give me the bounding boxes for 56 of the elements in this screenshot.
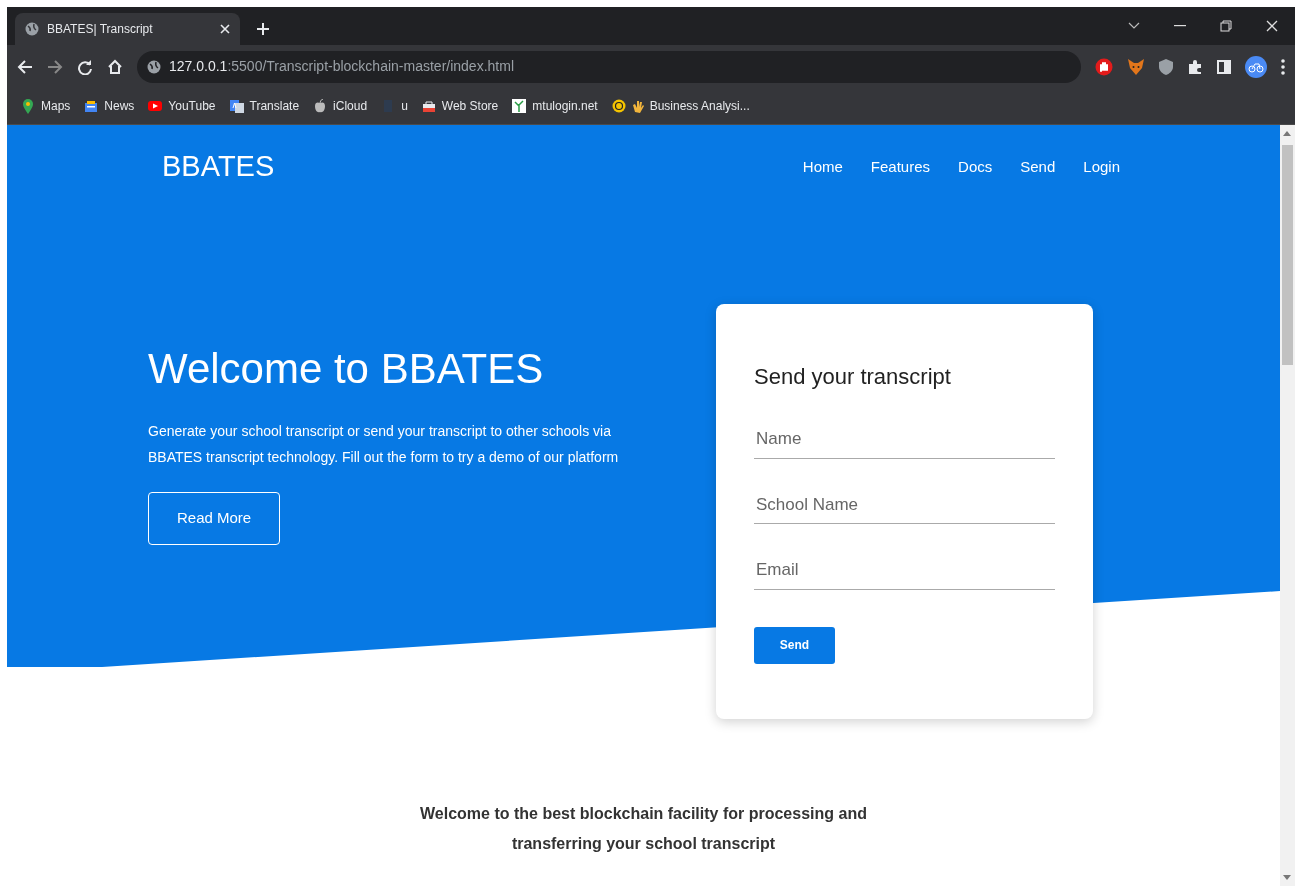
intro-text: Welcome to the best blockchain facility for processing and transferring your school transcript: [419, 803, 868, 854]
bookmark[interactable]: Business Analysi...: [611, 97, 750, 115]
nav-link[interactable]: Docs: [958, 155, 993, 179]
browser-tab[interactable]: BBATES| Transcript: [15, 13, 240, 45]
avatar-icon[interactable]: [1245, 55, 1267, 78]
read-more-button[interactable]: Read More: [148, 492, 281, 545]
store-bag-icon: [421, 98, 436, 114]
play-icon: [148, 98, 163, 114]
seedling-icon: [512, 98, 527, 114]
scrollbar[interactable]: [1280, 125, 1295, 886]
minimize-icon[interactable]: [1174, 25, 1186, 27]
shield-icon[interactable]: [1159, 58, 1173, 75]
send-button[interactable]: Send: [754, 626, 835, 664]
bookmark[interactable]: Translate: [229, 97, 300, 115]
globe-icon: [147, 59, 161, 74]
restore-icon[interactable]: [1220, 20, 1232, 32]
scroll-down-icon: [1283, 875, 1291, 880]
form-title: Send your transcript: [754, 364, 952, 391]
nav-link[interactable]: Send: [1020, 155, 1056, 179]
fox-icon[interactable]: [1127, 57, 1145, 76]
close-icon[interactable]: [220, 24, 230, 34]
hand-stop-icon[interactable]: [1095, 57, 1113, 76]
bookmark[interactable]: u: [381, 97, 408, 115]
close-icon[interactable]: [1266, 20, 1278, 32]
apple-icon: [313, 98, 328, 114]
nav-link[interactable]: Login: [1083, 155, 1120, 179]
nav-link[interactable]: Features: [870, 155, 931, 179]
globe-icon: [25, 22, 39, 36]
forward-arrow-icon[interactable]: [47, 58, 63, 75]
puzzle-icon[interactable]: [1187, 58, 1203, 75]
map-pin-icon: [21, 98, 35, 114]
hero-description: Generate your school transcript or send your transcript to other schools via BBATES transcript technology. Fill out the form to try a demo of our platform: [148, 422, 620, 468]
bookmark[interactable]: mtulogin.net: [512, 97, 598, 115]
scroll-up-icon: [1283, 131, 1291, 136]
tab-title: BBATES| Transcript: [47, 21, 154, 38]
bookmark[interactable]: News: [84, 97, 135, 115]
newspaper-icon: [84, 98, 99, 114]
back-arrow-icon[interactable]: [17, 58, 33, 75]
scrollbar-thumb[interactable]: [1282, 145, 1293, 365]
brand-logo[interactable]: BBATES: [162, 145, 275, 189]
translate-icon: [229, 98, 244, 114]
nav-link[interactable]: Home: [802, 155, 843, 179]
bookmark[interactable]: iCloud: [313, 97, 368, 115]
url-text[interactable]: 127.0.0.1:5500/Transcript-blockchain-master/index.html: [169, 56, 514, 77]
bookmark[interactable]: YouTube: [148, 97, 216, 115]
hero-heading: Welcome to BBATES: [148, 344, 545, 394]
chevron-down-icon[interactable]: [1128, 22, 1140, 30]
home-icon[interactable]: [107, 58, 123, 75]
address-bar[interactable]: 127.0.0.1:5500/Transcript-blockchain-master/index.html: [137, 50, 1081, 83]
waving-hand-icon: [631, 99, 644, 113]
plus-icon[interactable]: [256, 22, 270, 36]
more-menu-icon[interactable]: [1281, 58, 1285, 75]
reload-icon[interactable]: [77, 58, 93, 75]
side-panel-icon[interactable]: [1217, 59, 1231, 74]
bookmark[interactable]: Web Store: [421, 97, 499, 115]
bookmark[interactable]: Maps: [21, 97, 71, 115]
